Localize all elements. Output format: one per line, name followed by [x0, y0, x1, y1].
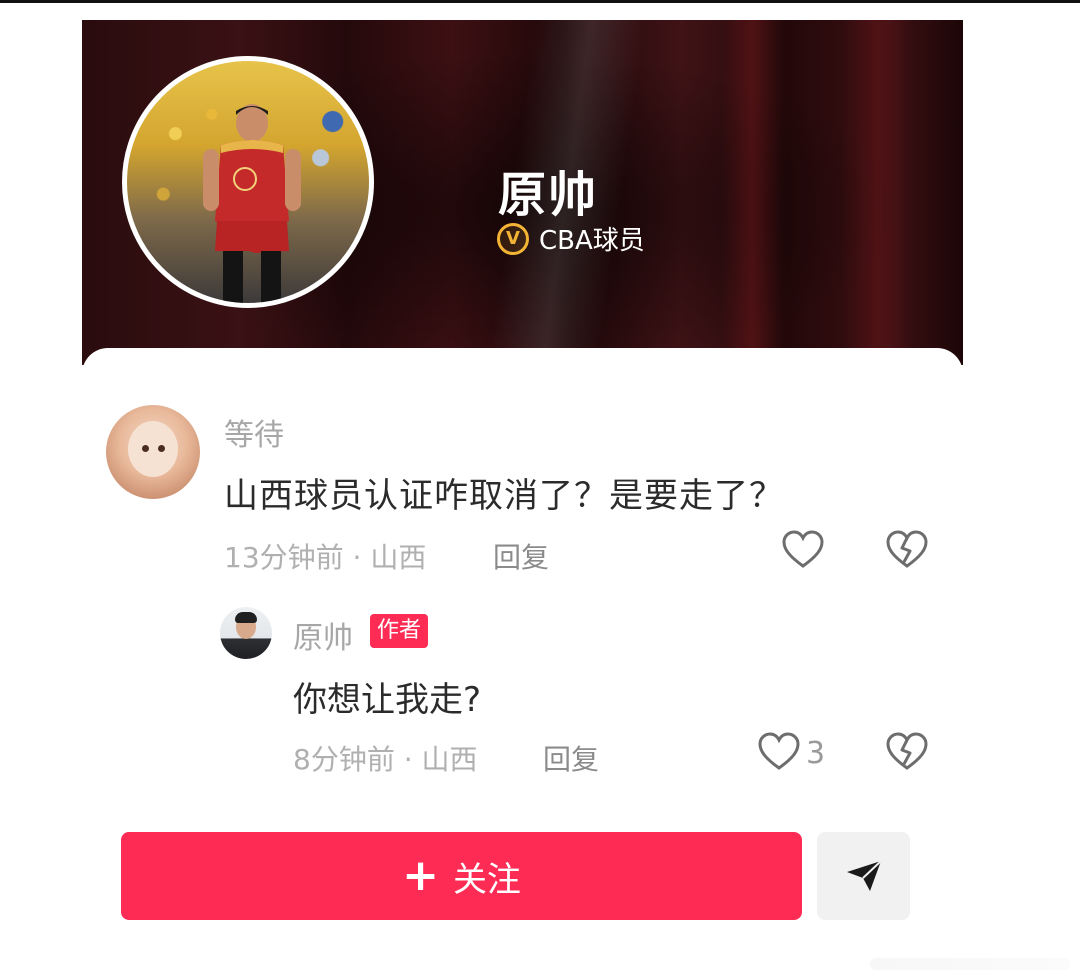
author-badge: 作者 [370, 614, 429, 648]
curtain-fold [842, 20, 912, 365]
avatar-eye [142, 445, 149, 452]
avatar-hair [235, 612, 257, 623]
commenter-username[interactable]: 等待 [224, 410, 284, 454]
reply-like-count: 3 [806, 736, 826, 771]
reply-reply-button[interactable]: 回复 [543, 738, 599, 778]
share-button[interactable] [817, 832, 910, 920]
reply-avatar[interactable] [220, 607, 272, 659]
profile-name: 原帅 [498, 167, 599, 223]
broken-heart-icon[interactable] [886, 530, 928, 570]
reply-username[interactable]: 原帅 [293, 613, 353, 657]
avatar-eye [158, 445, 165, 452]
profile-avatar[interactable] [122, 56, 374, 308]
reply-meta: 8分钟前 · 山西 [293, 743, 478, 776]
verification-label: CBA球员 [539, 226, 645, 256]
verified-badge-icon: V [497, 222, 529, 255]
commenter-avatar[interactable] [106, 405, 200, 499]
top-divider [0, 0, 1080, 3]
avatar-face [128, 421, 178, 477]
profile-header: 原帅 V CBA球员 [82, 20, 963, 365]
verification-row: V CBA球员 [497, 220, 645, 257]
watermark [870, 958, 1070, 970]
comment-text: 山西球员认证咋取消了？是要走了？ [224, 476, 784, 516]
player-photo [203, 104, 301, 303]
plus-icon: + [402, 850, 439, 901]
heart-outline-icon[interactable] [757, 732, 801, 772]
curtain-fold [722, 20, 782, 365]
comment-meta: 13分钟前 · 山西 [224, 541, 427, 574]
follow-button[interactable]: + 关注 [121, 832, 802, 920]
send-icon [846, 860, 882, 891]
comment-reply-button[interactable]: 回复 [493, 536, 549, 576]
follow-label: 关注 [452, 859, 521, 900]
comment-panel [82, 348, 963, 808]
broken-heart-icon[interactable] [886, 732, 928, 772]
reply-text: 你想让我走? [293, 680, 482, 720]
heart-outline-icon[interactable] [781, 530, 825, 570]
